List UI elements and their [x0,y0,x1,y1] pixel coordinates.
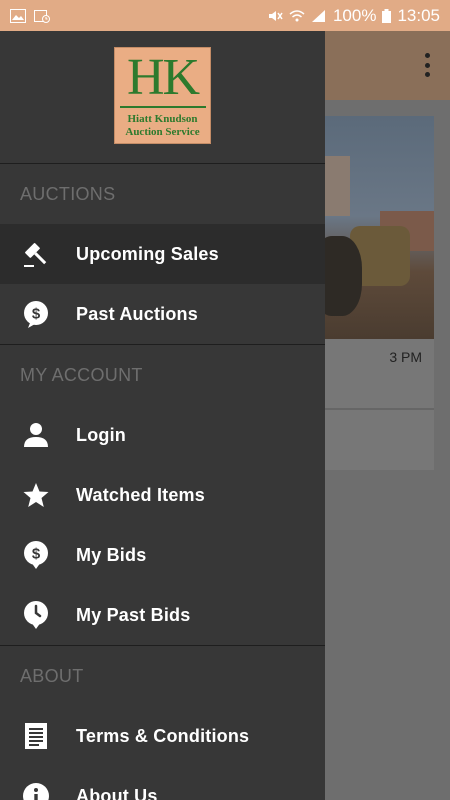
battery-percent: 100% [332,5,377,25]
nav-label: My Past Bids [76,604,191,625]
nav-item-terms-conditions[interactable]: Terms & Conditions [0,706,325,766]
image-notification-icon [10,8,26,23]
auction-card[interactable]: 3 PM [310,116,434,412]
nav-label: Watched Items [76,484,205,505]
battery-icon [382,8,392,23]
nav-label: Login [76,424,126,445]
nav-item-upcoming-sales[interactable]: Upcoming Sales [0,224,325,284]
auction-time: 3 PM [389,349,422,365]
section-header-my-account: MY ACCOUNT [20,364,143,385]
gavel-icon [20,238,52,270]
star-icon [20,479,52,511]
dollar-bubble-icon: $ [20,298,52,330]
nav-item-about-us[interactable]: About Us [0,766,325,800]
nav-label: Past Auctions [76,303,198,324]
nav-item-watched-items[interactable]: Watched Items [0,465,325,525]
navigation-drawer: HK Hiatt Knudson Auction Service AUCTION… [0,31,325,800]
person-icon [20,419,52,451]
auction-photo [310,116,434,339]
wifi-icon [289,9,305,21]
nav-label: My Bids [76,544,147,565]
signal-icon [311,9,325,22]
nav-item-login[interactable]: Login [0,405,325,465]
overflow-menu-icon[interactable] [424,53,430,77]
auction-card-secondary[interactable] [310,410,434,470]
clock-pin-icon [20,599,52,631]
svg-text:$: $ [32,546,41,563]
nav-item-my-past-bids[interactable]: My Past Bids [0,585,325,645]
company-logo: HK Hiatt Knudson Auction Service [114,47,211,144]
clock: 13:05 [397,5,440,25]
calendar-notification-icon [34,9,50,23]
nav-label: Upcoming Sales [76,243,219,264]
drawer-header: HK Hiatt Knudson Auction Service [0,31,325,164]
nav-label: Terms & Conditions [76,725,250,746]
mute-icon [268,10,283,21]
info-icon [20,780,52,800]
nav-label: About Us [76,785,158,800]
svg-text:$: $ [32,306,41,323]
nav-item-past-auctions[interactable]: $ Past Auctions [0,284,325,344]
status-bar: 100% 13:05 [0,0,450,31]
section-header-auctions: AUCTIONS [20,183,116,204]
dollar-pin-icon: $ [20,539,52,571]
document-icon [20,720,52,752]
section-header-about: ABOUT [20,665,84,686]
nav-item-my-bids[interactable]: $ My Bids [0,525,325,585]
